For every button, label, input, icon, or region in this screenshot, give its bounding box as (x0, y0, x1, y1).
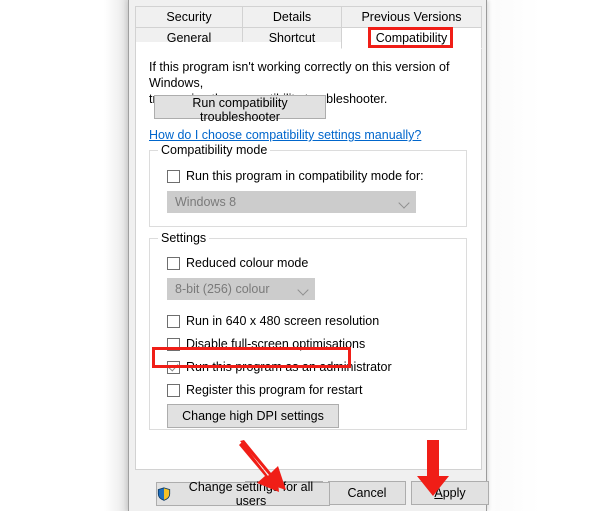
run-in-compatibility-mode-label: Run this program in compatibility mode f… (186, 169, 424, 183)
register-for-restart-label: Register this program for restart (186, 383, 363, 397)
chevron-down-icon (395, 191, 415, 213)
cancel-button[interactable]: Cancel (328, 481, 406, 505)
run-as-administrator-checkbox-row[interactable]: Run this program as an administrator (167, 358, 392, 376)
settings-group: Settings Reduced colour mode 8-bit (256)… (149, 231, 467, 430)
apply-button-label: pply (442, 486, 466, 500)
tab-security[interactable]: Security (135, 6, 243, 28)
chevron-down-icon (294, 278, 314, 300)
reduced-colour-mode-checkbox[interactable] (167, 256, 180, 270)
apply-button-accelerator: A (434, 486, 443, 500)
properties-dialog: Security Details Previous Versions Gener… (128, 0, 489, 511)
colour-depth-combobox[interactable]: 8-bit (256) colour (167, 278, 315, 300)
compatibility-tab-panel: If this program isn't working correctly … (135, 42, 482, 508)
tab-details-label: Details (272, 10, 312, 24)
run-in-compatibility-mode-checkbox-row[interactable]: Run this program in compatibility mode f… (167, 167, 424, 185)
run-640x480-checkbox-row[interactable]: Run in 640 x 480 screen resolution (167, 312, 379, 330)
change-settings-for-all-users-button[interactable]: Change settings for all users (156, 480, 330, 508)
cancel-button-label: Cancel (347, 486, 387, 500)
compatibility-settings-help-link[interactable]: How do I choose compatibility settings m… (149, 128, 421, 142)
run-640x480-checkbox[interactable] (167, 314, 180, 328)
register-for-restart-checkbox-row[interactable]: Register this program for restart (167, 381, 362, 399)
tab-details[interactable]: Details (242, 6, 342, 28)
tab-previous-versions[interactable]: Previous Versions (341, 6, 482, 28)
compatibility-mode-group: Compatibility mode Run this program in c… (149, 143, 467, 227)
reduced-colour-mode-label: Reduced colour mode (186, 256, 309, 270)
tab-compatibility-label: Compatibility (375, 31, 448, 45)
settings-group-label: Settings (158, 231, 210, 245)
tab-previous-versions-label: Previous Versions (361, 10, 462, 24)
reduced-colour-mode-checkbox-row[interactable]: Reduced colour mode (167, 254, 308, 272)
compatibility-mode-group-label: Compatibility mode (158, 143, 271, 157)
run-640x480-label: Run in 640 x 480 screen resolution (186, 314, 380, 328)
colour-depth-value: 8-bit (256) colour (175, 282, 270, 296)
run-compatibility-troubleshooter-button[interactable]: Run compatibility troubleshooter (154, 95, 326, 124)
run-as-administrator-checkbox[interactable] (167, 360, 180, 374)
uac-shield-icon (157, 487, 171, 501)
compatibility-mode-version-combobox[interactable]: Windows 8 (167, 191, 416, 213)
disable-fullscreen-optimisations-label: Disable full-screen optimisations (186, 337, 366, 351)
run-in-compatibility-mode-checkbox[interactable] (167, 169, 180, 183)
tab-compatibility[interactable]: Compatibility (341, 27, 482, 49)
tab-security-label: Security (166, 10, 212, 24)
apply-button[interactable]: Apply (411, 481, 489, 505)
change-high-dpi-settings-button[interactable]: Change high DPI settings (167, 404, 339, 428)
disable-fullscreen-optimisations-checkbox[interactable] (167, 337, 180, 351)
change-settings-for-all-users-label: Change settings for all users (188, 480, 314, 508)
compatibility-mode-version-value: Windows 8 (175, 195, 237, 209)
run-as-administrator-label: Run this program as an administrator (186, 360, 392, 374)
disable-fullscreen-optimisations-checkbox-row[interactable]: Disable full-screen optimisations (167, 335, 365, 353)
intro-text-line1: If this program isn't working correctly … (149, 60, 450, 90)
tab-row-upper: Security Details Previous Versions (135, 6, 482, 28)
register-for-restart-checkbox[interactable] (167, 383, 180, 397)
